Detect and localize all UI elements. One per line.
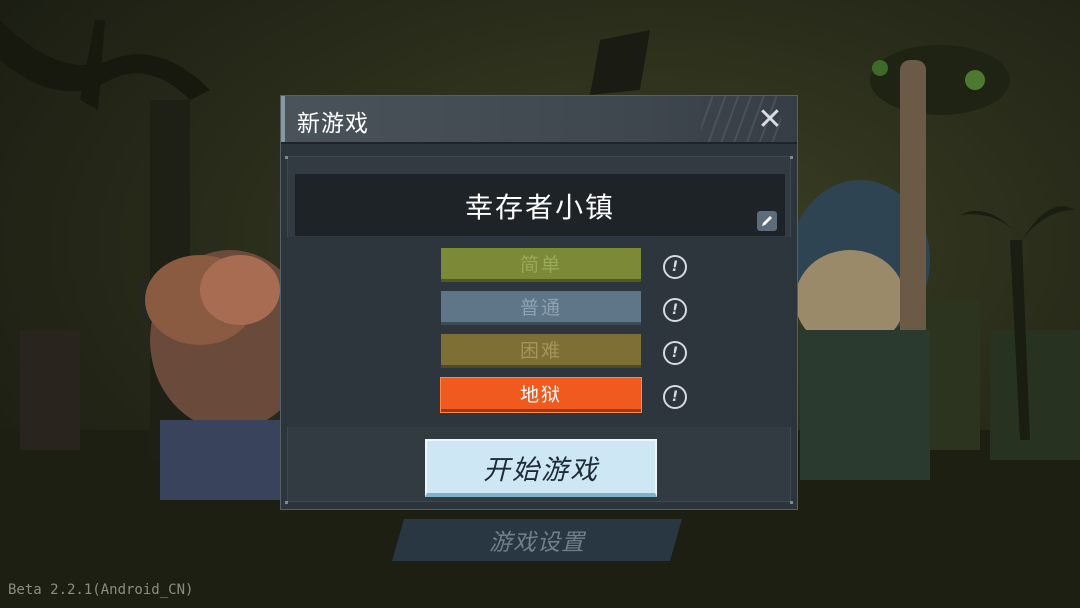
corner-dot [790, 156, 793, 159]
difficulty-normal-info-icon[interactable]: ! [663, 298, 687, 322]
start-game-button[interactable]: 开始游戏 [425, 439, 657, 497]
game-settings-label: 游戏设置 [489, 530, 585, 556]
difficulty-normal-label: 普通 [519, 297, 562, 319]
difficulty-normal-button[interactable]: 普通 [441, 291, 641, 325]
corner-dot [285, 156, 288, 159]
dialog-header: 新游戏 ✕ [281, 96, 797, 144]
difficulty-hard-button[interactable]: 困难 [441, 334, 641, 368]
difficulty-hell-info-icon[interactable]: ! [663, 385, 687, 409]
difficulty-hard-info-icon[interactable]: ! [663, 341, 687, 365]
town-name: 幸存者小镇 [464, 191, 615, 224]
pencil-icon[interactable] [757, 211, 777, 231]
game-screen: 游戏设置 Beta 2.2.1(Android_CN) 新游戏 ✕ 幸存者小镇 … [0, 0, 1080, 608]
corner-dot [285, 501, 288, 504]
new-game-dialog: 新游戏 ✕ 幸存者小镇 简单 ! 普通 ! 困难 ! 地狱 ! 开始游戏 [280, 95, 798, 510]
start-game-label: 开始游戏 [483, 454, 599, 486]
difficulty-easy-label: 简单 [519, 254, 562, 276]
town-name-bar: 幸存者小镇 [295, 174, 785, 236]
game-settings-button[interactable]: 游戏设置 [392, 519, 682, 561]
difficulty-easy-button[interactable]: 简单 [441, 248, 641, 282]
difficulty-easy-info-icon[interactable]: ! [663, 255, 687, 279]
difficulty-hell-button[interactable]: 地狱 [441, 378, 641, 412]
difficulty-hard-label: 困难 [519, 340, 562, 362]
corner-dot [790, 501, 793, 504]
version-label: Beta 2.2.1(Android_CN) [8, 582, 194, 598]
dialog-title: 新游戏 [297, 111, 369, 137]
close-icon[interactable]: ✕ [751, 100, 789, 138]
difficulty-hell-label: 地狱 [519, 384, 562, 406]
